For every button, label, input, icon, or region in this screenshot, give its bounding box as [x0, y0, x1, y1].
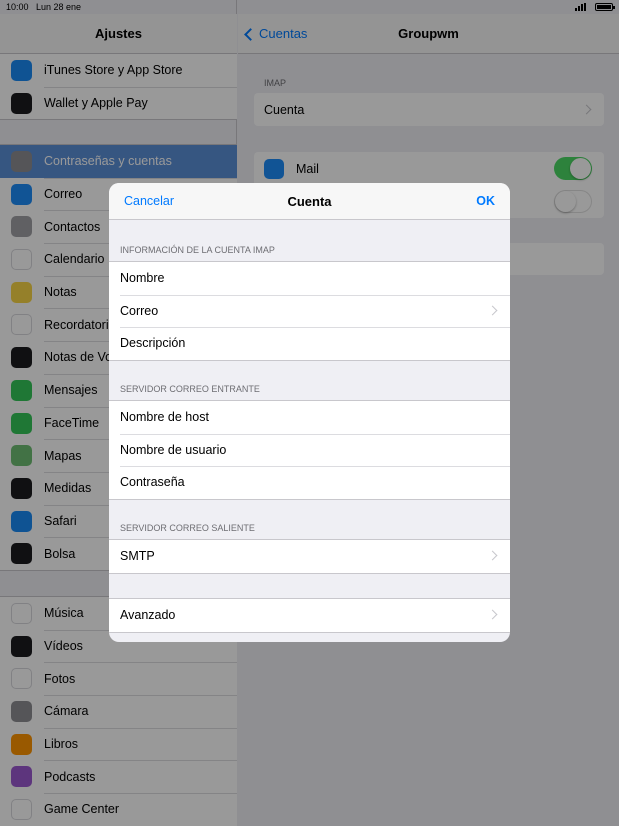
name-row-label: Nombre — [120, 271, 165, 286]
chevron-right-icon — [487, 550, 498, 561]
status-bar: 10:00 Lun 28 ene — [0, 0, 619, 14]
username-row-label: Nombre de usuario — [120, 442, 227, 457]
smtp-row[interactable]: SMTP — [109, 540, 510, 573]
signal-icon — [575, 3, 589, 11]
description-row[interactable]: Descripción — [109, 327, 510, 360]
email-row[interactable]: Correo — [109, 294, 510, 328]
name-row[interactable]: Nombre — [109, 262, 510, 295]
outgoing-server-section-label: SERVIDOR CORREO SALIENTE — [120, 523, 255, 533]
chevron-right-icon — [487, 609, 498, 620]
description-row-label: Descripción — [120, 336, 186, 351]
outgoing-server-group: SMTP — [109, 539, 510, 574]
imap-info-section-label: INFORMACIÓN DE LA CUENTA IMAP — [120, 245, 275, 255]
username-row[interactable]: Nombre de usuario — [109, 433, 510, 467]
modal-nav-bar: Cancelar Cuenta OK — [109, 183, 510, 220]
smtp-row-label: SMTP — [120, 549, 155, 564]
modal-title: Cuenta — [287, 194, 332, 209]
chevron-right-icon — [487, 305, 498, 315]
ok-button[interactable]: OK — [476, 183, 495, 220]
incoming-server-section-label: SERVIDOR CORREO ENTRANTE — [120, 384, 260, 394]
password-row-label: Contraseña — [120, 475, 185, 490]
status-time: 10:00 — [6, 2, 29, 12]
hostname-row-label: Nombre de host — [120, 410, 209, 425]
email-row-label: Correo — [120, 303, 159, 318]
status-date: Lun 28 ene — [36, 2, 82, 12]
account-modal: Cancelar Cuenta OK INFORMACIÓN DE LA CUE… — [109, 183, 510, 642]
battery-icon — [595, 3, 615, 11]
advanced-group: Avanzado — [109, 598, 510, 633]
hostname-row[interactable]: Nombre de host — [109, 401, 510, 434]
advanced-row-label: Avanzado — [120, 608, 176, 623]
advanced-row[interactable]: Avanzado — [109, 599, 510, 632]
incoming-server-group: Nombre de host Nombre de usuario Contras… — [109, 400, 510, 500]
imap-info-group: Nombre Correo Descripción — [109, 261, 510, 361]
password-row[interactable]: Contraseña — [109, 466, 510, 499]
